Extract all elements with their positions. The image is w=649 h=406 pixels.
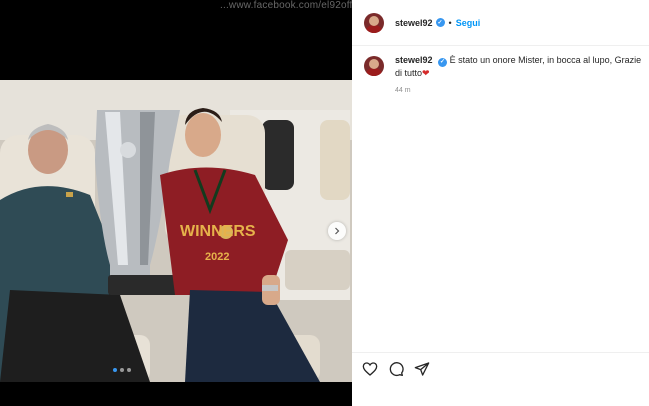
comment-button[interactable] (388, 361, 404, 377)
photo-illustration: WINNERS 2022 (0, 80, 352, 382)
heart-icon (362, 362, 378, 376)
caption-body: stewel92 ✓ È stato un onore Mister, in b… (395, 54, 644, 97)
post-actions (362, 361, 430, 377)
header-separator: • (448, 17, 452, 28)
caption-author-username[interactable]: stewel92 (395, 55, 433, 65)
send-icon (414, 362, 430, 376)
post-timestamp[interactable]: 44 m (395, 85, 644, 97)
caption-author-avatar[interactable] (364, 56, 384, 76)
author-avatar[interactable] (364, 12, 384, 33)
post-side-panel: stewel92 ✓ • Segui stewel92 ✓ È stato un… (352, 0, 649, 406)
share-button[interactable] (414, 361, 430, 377)
caption-comment: stewel92 ✓ È stato un onore Mister, in b… (364, 54, 644, 97)
actions-divider (352, 352, 649, 353)
shirt-text: WINNERS (180, 223, 256, 240)
carousel-indicator (113, 368, 131, 372)
chevron-right-icon (335, 227, 340, 235)
verified-badge-icon: ✓ (438, 57, 448, 67)
carousel-dot (127, 368, 131, 372)
carousel-dot-active (113, 368, 117, 372)
heart-emoji-icon: ❤ (422, 67, 430, 78)
carousel-next-button[interactable] (328, 222, 346, 240)
carousel-dot (120, 368, 124, 372)
follow-button[interactable]: Segui (456, 18, 481, 28)
post-photo[interactable]: WINNERS 2022 (0, 80, 352, 382)
like-button[interactable] (362, 361, 378, 377)
media-pane: ...www.facebook.com/el92officialpage (0, 0, 352, 406)
comment-icon (389, 362, 404, 376)
browser-url-fragment: ...www.facebook.com/el92officialpage (220, 0, 352, 11)
author-username[interactable]: stewel92 (395, 18, 433, 28)
shirt-year: 2022 (205, 251, 229, 263)
post-header: stewel92 ✓ • Segui (352, 0, 649, 46)
verified-badge-icon: ✓ (435, 18, 445, 27)
